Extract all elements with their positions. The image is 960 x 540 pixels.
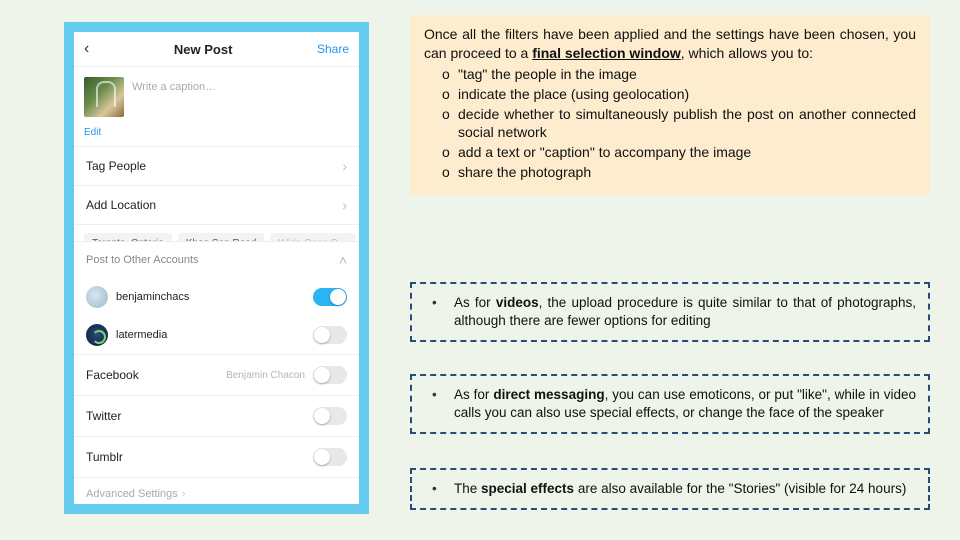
note-keyword: direct messaging [493,387,604,402]
phone-frame: ‹ New Post Share Write a caption… Edit T… [64,22,369,514]
note-item: The special effects are also available f… [424,480,916,498]
intro-text: , which allows you to: [681,45,813,61]
avatar [86,324,108,346]
caption-row: Write a caption… [74,67,359,127]
note-text: As for [454,295,496,310]
network-row-tumblr: Tumblr [74,436,359,477]
chevron-up-icon: ˄ [339,252,347,268]
list-item: "tag" the people in the image [442,65,916,84]
note-text: As for [454,387,493,402]
list-item: decide whether to simultaneously publish… [442,105,916,143]
chevron-right-icon: › [182,488,186,500]
note-text: The [454,481,481,496]
chevron-right-icon: › [342,197,347,213]
location-chip[interactable]: Khao San Road [178,233,265,241]
note-box-effects: The special effects are also available f… [410,468,930,510]
post-other-label: Post to Other Accounts [86,254,199,266]
tag-people-row[interactable]: Tag People › [74,146,359,185]
account-name: benjaminchacs [116,291,189,303]
note-keyword: videos [496,295,539,310]
account-row: benjaminchacs [74,278,359,316]
network-label: Facebook [86,368,139,382]
list-item: indicate the place (using geolocation) [442,85,916,104]
back-icon[interactable]: ‹ [84,40,89,58]
phone-screen: ‹ New Post Share Write a caption… Edit T… [74,32,359,504]
feature-list: "tag" the people in the image indicate t… [424,65,916,182]
network-label: Tumblr [86,450,123,464]
network-sub: Benjamin Chacon [226,370,305,381]
intro-paragraph: Once all the filters have been applied a… [424,25,916,63]
main-text-box: Once all the filters have been applied a… [410,15,930,195]
note-text: are also available for the "Stories" (vi… [574,481,906,496]
note-item: As for videos, the upload procedure is q… [424,294,916,330]
note-box-messaging: As for direct messaging, you can use emo… [410,374,930,434]
advanced-label: Advanced Settings [86,488,178,500]
account-name: latermedia [116,329,167,341]
account-toggle[interactable] [313,288,347,306]
location-chips: Toronto, Ontario Khao San Road Wide Open… [74,224,359,241]
intro-keyword: final selection window [532,45,681,61]
note-keyword: special effects [481,481,574,496]
account-row: latermedia [74,316,359,354]
avatar [86,286,108,308]
account-toggle[interactable] [313,326,347,344]
chevron-right-icon: › [342,158,347,174]
note-item: As for direct messaging, you can use emo… [424,386,916,422]
network-toggle[interactable] [313,407,347,425]
network-toggle[interactable] [313,448,347,466]
note-box-videos: As for videos, the upload procedure is q… [410,282,930,342]
tag-people-label: Tag People [86,159,146,173]
add-location-row[interactable]: Add Location › [74,185,359,224]
edit-link[interactable]: Edit [74,127,359,146]
advanced-settings[interactable]: Advanced Settings › [74,477,359,510]
share-button[interactable]: Share [317,42,349,56]
network-row-twitter: Twitter [74,395,359,436]
location-chip[interactable]: Wide Open B… [270,233,355,241]
location-chip[interactable]: Toronto, Ontario [84,233,172,241]
list-item: share the photograph [442,163,916,182]
post-thumbnail[interactable] [84,77,124,117]
post-other-header[interactable]: Post to Other Accounts ˄ [74,241,359,278]
network-toggle[interactable] [313,366,347,384]
caption-input[interactable]: Write a caption… [132,77,216,93]
list-item: add a text or "caption" to accompany the… [442,143,916,162]
network-label: Twitter [86,409,121,423]
network-row-facebook: Facebook Benjamin Chacon [74,354,359,395]
screen-title: New Post [174,42,233,57]
add-location-label: Add Location [86,198,156,212]
phone-header: ‹ New Post Share [74,32,359,67]
